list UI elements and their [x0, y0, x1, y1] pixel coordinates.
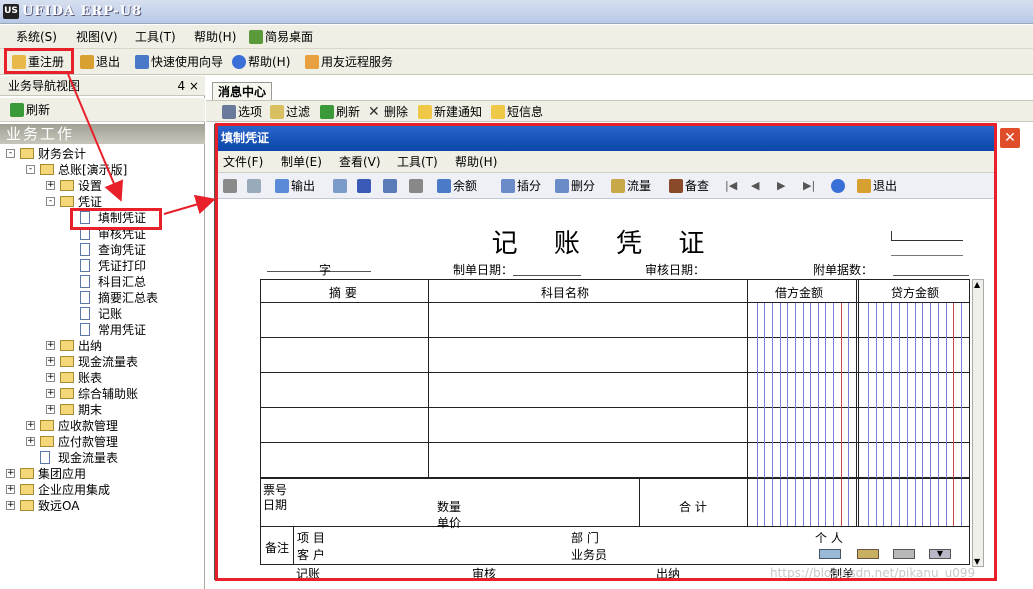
title-bar: US UFIDA ERP-U8: [0, 0, 1033, 24]
exit-icon: [80, 55, 94, 69]
delete-icon: ✕: [368, 104, 380, 120]
folder-icon: [60, 356, 74, 367]
help-icon: [232, 55, 246, 69]
nav-pane: 业务导航视图 4 × 刷新 业务工作 - 财务会计 - 总账[演示版] + 设置 - 凭证 填制…: [0, 76, 205, 589]
envelope-icon: [418, 105, 432, 119]
refresh-icon: [320, 105, 334, 119]
folder-icon: [20, 500, 34, 511]
tree-item-label: 集团应用: [38, 467, 87, 481]
section-title: 业务工作: [0, 124, 205, 144]
highlight-voucher-window: [215, 123, 997, 581]
folder-icon: [60, 372, 74, 383]
tree-item-label: 综合辅助账: [78, 387, 139, 401]
expand-toggle-icon[interactable]: +: [46, 181, 55, 190]
expand-toggle-icon[interactable]: +: [6, 501, 15, 510]
msg-refresh-button[interactable]: 刷新: [318, 102, 360, 122]
remote-service-icon: [305, 55, 319, 69]
tree-item-label: 应收款管理: [58, 419, 119, 433]
quick-guide-button[interactable]: 快速使用向导: [133, 52, 223, 72]
tree-item-label: 出纳: [78, 339, 103, 353]
expand-toggle-icon[interactable]: -: [6, 149, 15, 158]
filter-icon: [270, 105, 284, 119]
options-icon: [222, 105, 236, 119]
nav-header: 业务导航视图 4 ×: [0, 76, 205, 96]
menu-simple-desktop[interactable]: 简易桌面: [249, 29, 313, 45]
tree-item-label: 致远OA: [38, 499, 80, 513]
tree-item-label: 企业应用集成: [38, 483, 111, 497]
tree-item-label: 查询凭证: [98, 243, 147, 257]
tree-item-label: 科目汇总: [98, 275, 147, 289]
tree-item-label: 现金流量表: [78, 355, 139, 369]
delete-button[interactable]: ✕ 删除: [366, 102, 408, 122]
tree-item-label: 摘要汇总表: [98, 291, 159, 305]
tree-item-label: 总账[演示版]: [58, 163, 128, 177]
document-icon: [80, 307, 90, 320]
expand-toggle-icon[interactable]: +: [6, 469, 15, 478]
tree-item-label: 账表: [78, 371, 103, 385]
document-icon: [80, 323, 90, 336]
folder-icon: [20, 468, 34, 479]
folder-icon: [40, 164, 54, 175]
expand-toggle-icon[interactable]: -: [26, 165, 35, 174]
highlight-relogin: [4, 48, 74, 74]
tab-message-center[interactable]: 消息中心: [212, 82, 272, 100]
expand-toggle-icon[interactable]: +: [26, 421, 35, 430]
tree-item-label: 期末: [78, 403, 103, 417]
folder-icon: [60, 404, 74, 415]
expand-toggle-icon[interactable]: +: [46, 341, 55, 350]
nav-toolbar: 刷新: [0, 98, 205, 122]
checklist-icon: [249, 30, 263, 44]
message-toolbar: 选项 过滤 刷新 ✕ 删除 新建通知 短信息: [206, 100, 1033, 122]
folder-icon: [20, 148, 34, 159]
menu-tools[interactable]: 工具(T): [135, 29, 176, 45]
folder-icon: [40, 436, 54, 447]
document-icon: [80, 259, 90, 272]
document-icon: [80, 275, 90, 288]
tree-item-label: 财务会计: [38, 147, 87, 161]
options-button[interactable]: 选项: [220, 102, 262, 122]
expand-toggle-icon[interactable]: -: [46, 197, 55, 206]
nav-refresh-button[interactable]: 刷新: [8, 100, 50, 120]
tree-item-label: 凭证打印: [98, 259, 147, 273]
expand-toggle-icon[interactable]: +: [46, 357, 55, 366]
menu-view[interactable]: 视图(V): [76, 29, 118, 45]
folder-icon: [60, 388, 74, 399]
folder-icon: [40, 420, 54, 431]
tree-item-label: 现金流量表: [58, 451, 119, 465]
tree-item-label: 记账: [98, 307, 123, 321]
expand-toggle-icon[interactable]: +: [26, 437, 35, 446]
folder-icon: [20, 484, 34, 495]
guide-icon: [135, 55, 149, 69]
sms-button[interactable]: 短信息: [489, 102, 543, 122]
expand-toggle-icon[interactable]: +: [46, 373, 55, 382]
expand-toggle-icon[interactable]: +: [6, 485, 15, 494]
new-notice-button[interactable]: 新建通知: [416, 102, 482, 122]
filter-button[interactable]: 过滤: [268, 102, 310, 122]
expand-toggle-icon[interactable]: +: [46, 405, 55, 414]
menu-system[interactable]: 系统(S): [16, 29, 57, 45]
tree-item-label: 设置: [78, 179, 103, 193]
menu-help[interactable]: 帮助(H): [194, 29, 236, 45]
folder-icon: [60, 340, 74, 351]
app-logo-icon: US: [3, 4, 19, 19]
tree-item-label: 应付款管理: [58, 435, 119, 449]
menu-bar: 系统(S) 视图(V) 工具(T) 帮助(H) 简易桌面: [0, 25, 1033, 49]
app-title: UFIDA ERP-U8: [22, 4, 143, 19]
folder-icon: [60, 180, 74, 191]
exit-button[interactable]: 退出: [78, 52, 120, 72]
main-toolbar: 重注册 退出 快速使用向导 帮助(H) 用友远程服务: [0, 49, 1033, 75]
refresh-icon: [10, 103, 24, 117]
document-icon: [40, 451, 50, 464]
document-icon: [80, 243, 90, 256]
highlight-tree-item: [70, 208, 162, 230]
tree-item-label: 常用凭证: [98, 323, 147, 337]
pin-close-icon[interactable]: 4 ×: [177, 76, 199, 96]
remote-service-button[interactable]: 用友远程服务: [303, 52, 393, 72]
close-button[interactable]: ✕: [999, 127, 1021, 149]
document-icon: [80, 291, 90, 304]
help-button[interactable]: 帮助(H): [230, 52, 290, 72]
envelope-icon: [491, 105, 505, 119]
folder-icon: [60, 196, 74, 207]
expand-toggle-icon[interactable]: +: [46, 389, 55, 398]
